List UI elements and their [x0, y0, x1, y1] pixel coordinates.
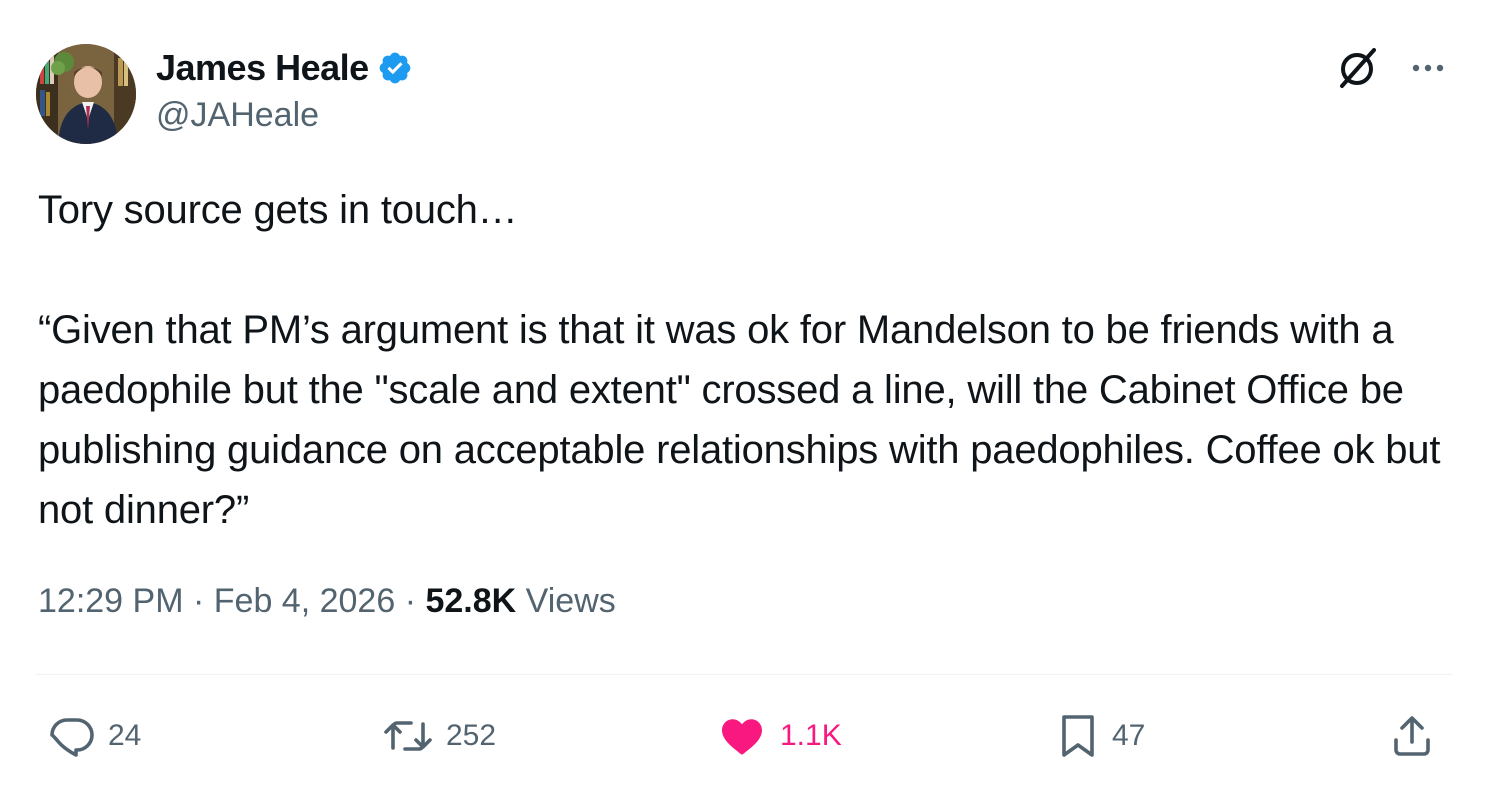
- heart-icon: [716, 712, 768, 760]
- tweet-time[interactable]: 12:29 PM: [38, 582, 184, 621]
- meta-separator: ·: [192, 582, 205, 620]
- like-button[interactable]: 1.1K: [716, 708, 842, 764]
- author-handle[interactable]: @JAHeale: [156, 96, 319, 135]
- tweet-date[interactable]: Feb 4, 2026: [214, 582, 395, 621]
- reply-button[interactable]: 24: [48, 708, 141, 764]
- verified-badge-icon[interactable]: [377, 50, 413, 86]
- views-label: Views: [525, 582, 616, 620]
- share-button[interactable]: [1388, 708, 1436, 764]
- bookmark-icon: [1056, 712, 1100, 760]
- author-name-row: James Heale: [156, 44, 413, 92]
- share-icon: [1388, 712, 1436, 760]
- more-horizontal-icon[interactable]: [1404, 50, 1452, 86]
- tweet-meta: 12:29 PM · Feb 4, 2026 · 52.8K Views: [38, 582, 616, 621]
- repost-count: 252: [446, 719, 497, 752]
- divider: [36, 674, 1452, 675]
- like-count: 1.1K: [780, 719, 842, 752]
- bookmark-button[interactable]: 47: [1056, 708, 1145, 764]
- tweet-text: Tory source gets in touch… “Given that P…: [38, 188, 1441, 532]
- meta-separator: ·: [404, 582, 417, 620]
- bookmark-count: 47: [1112, 719, 1146, 752]
- repost-button[interactable]: 252: [382, 708, 496, 764]
- avatar-image: [36, 44, 136, 144]
- reply-count: 24: [108, 719, 142, 752]
- author-display-name[interactable]: James Heale: [156, 47, 369, 89]
- grok-icon[interactable]: [1334, 44, 1382, 92]
- avatar[interactable]: [36, 44, 136, 144]
- tweet-card: James Heale @JAHeale Tory source gets in…: [0, 0, 1490, 800]
- views-count[interactable]: 52.8K: [425, 582, 516, 621]
- repost-icon: [382, 712, 434, 760]
- reply-icon: [48, 712, 96, 760]
